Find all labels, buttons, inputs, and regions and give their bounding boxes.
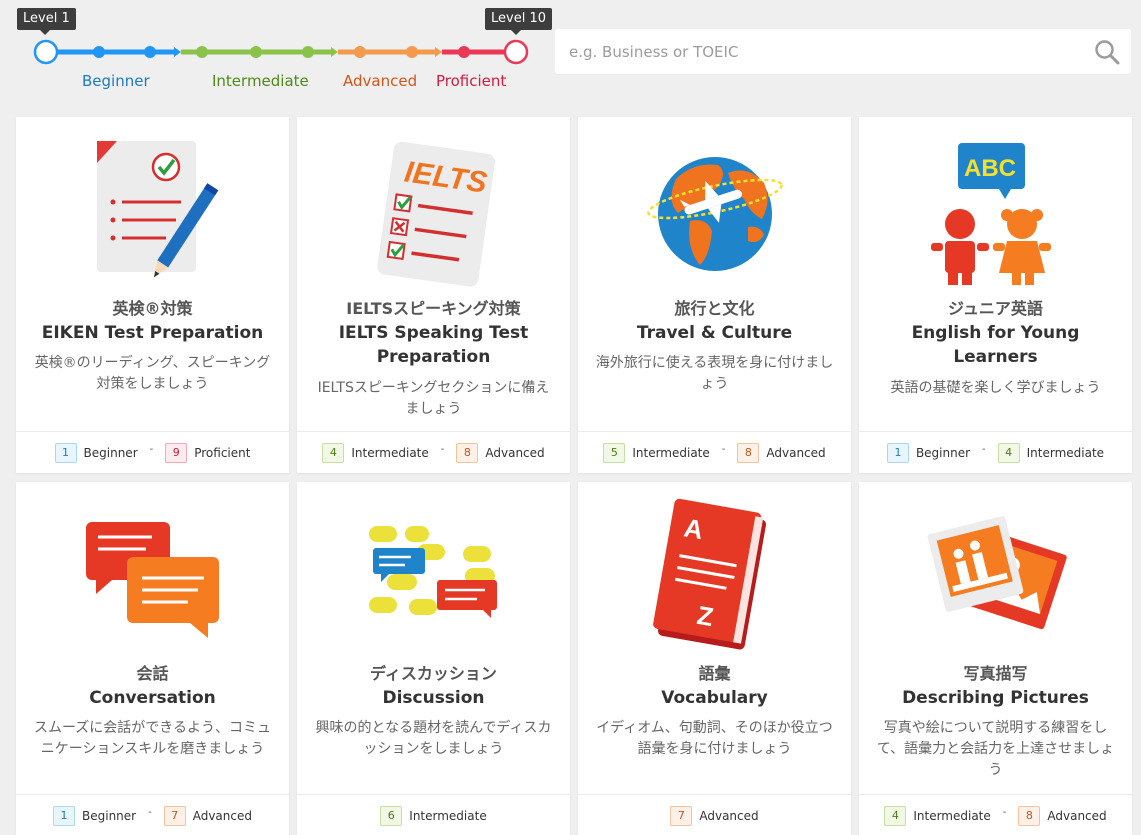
level-filter-bar: Level 1 Level 10 Beginner Intermediate A… — [0, 0, 1141, 100]
course-description: スムーズに会話ができるよう、コミュニケーションスキルを磨きましょう — [33, 720, 272, 757]
level-range: 1 Beginner - 7 Advanced — [16, 794, 289, 835]
level-range: 4 Intermediate - 8 Advanced — [297, 431, 570, 473]
level-dot — [458, 46, 470, 58]
course-title-en: Describing Pictures — [902, 688, 1089, 708]
course-description: 海外旅行に使える表現を身に付けましょう — [595, 355, 834, 392]
level-from-badge: 1 Beginner — [886, 442, 970, 463]
band-advanced[interactable]: Advanced — [343, 72, 417, 90]
range-separator: - — [148, 807, 152, 818]
level-max-tooltip: Level 10 — [485, 8, 552, 35]
level-from-badge: 5 Intermediate — [603, 442, 710, 463]
level-from-badge: 7 Advanced — [670, 805, 759, 826]
course-card-young-learners[interactable]: ABC ジュニア英語 English for Young Learners 英語… — [859, 117, 1132, 473]
level-from-badge: 1 Beginner — [54, 442, 138, 463]
level-to-badge: 8 Advanced — [456, 442, 545, 463]
dictionary-book-icon: A Z — [653, 498, 767, 650]
range-separator: - — [982, 444, 986, 455]
level-to-badge: 8 Advanced — [737, 442, 826, 463]
level-dot — [93, 46, 105, 58]
range-separator: - — [440, 444, 445, 455]
level-to-badge: 7 Advanced — [163, 805, 252, 826]
course-description: IELTSスピーキングセクションに備えましょう — [317, 380, 550, 417]
abc-illus-text: ABC — [964, 155, 1016, 182]
range-separator: - — [1002, 807, 1007, 818]
course-card-describing-pictures[interactable]: 写真描写 Describing Pictures 写真や絵について説明する練習を… — [859, 482, 1132, 835]
course-title-en: Travel & Culture — [636, 323, 793, 343]
speech-bubbles-icon — [86, 522, 219, 638]
level-dot — [406, 46, 418, 58]
course-description: 写真や絵について説明する練習をして、語彙力と会話力を上達させましょう — [876, 720, 1115, 778]
course-title-ja: 会話 — [136, 664, 169, 683]
ielts-checklist-icon: IELTS — [377, 141, 495, 287]
course-title-ja: IELTSスピーキング対策 — [346, 299, 521, 318]
level-range: 6 Intermediate — [297, 794, 570, 835]
level-min-handle — [33, 39, 59, 65]
globe-airplane-icon — [647, 157, 783, 271]
course-card-discussion[interactable]: ディスカッション Discussion 興味の的となる題材を読んでディスカッショ… — [297, 482, 570, 835]
range-separator: - — [721, 444, 726, 455]
course-card-vocabulary[interactable]: A Z 語彙 Vocabulary イディオム、句動詞、そのほか役立つ語彙を身に… — [578, 482, 851, 835]
course-title-en: Discussion — [382, 688, 485, 708]
course-title-ja: ジュニア英語 — [948, 299, 1043, 318]
level-max-handle — [503, 39, 529, 65]
course-card-ielts[interactable]: IELTS IELTSスピーキング対策 IELTS Speaking Test … — [297, 117, 570, 473]
level-to-badge: 8 Advanced — [1018, 805, 1107, 826]
course-description: イディオム、句動詞、そのほか役立つ語彙を身に付けましょう — [596, 720, 833, 757]
course-card-eiken[interactable]: 英検®対策 EIKEN Test Preparation 英検®のリーディング、… — [16, 117, 289, 473]
band-intermediate[interactable]: Intermediate — [212, 72, 309, 90]
course-card-conversation[interactable]: 会話 Conversation スムーズに会話ができるよう、コミュニケーションス… — [16, 482, 289, 835]
eiken-document-icon — [97, 141, 219, 278]
level-range: 7 Advanced — [578, 794, 851, 835]
course-description: 英語の基礎を楽しく学びましょう — [890, 380, 1101, 396]
level-to-badge: 9 Proficient — [165, 442, 250, 463]
course-title-ja: 写真描写 — [963, 664, 1028, 683]
course-title-en: IELTS Speaking Test Preparation — [338, 323, 529, 367]
course-title-ja: ディスカッション — [370, 664, 497, 683]
level-from-badge: 4 Intermediate — [322, 442, 429, 463]
level-range: 1 Beginner - 4 Intermediate — [859, 431, 1132, 473]
level-from-badge: 6 Intermediate — [380, 805, 487, 826]
level-to-badge: 4 Intermediate — [997, 442, 1104, 463]
course-description: 興味の的となる題材を読んでディスカッションをしましょう — [315, 720, 552, 757]
course-title-en: EIKEN Test Preparation — [41, 323, 264, 343]
level-range: 5 Intermediate - 8 Advanced — [578, 431, 851, 473]
course-title-ja: 語彙 — [698, 664, 731, 683]
level-dot — [144, 46, 156, 58]
search-icon[interactable] — [1094, 39, 1120, 65]
level-dot — [196, 46, 208, 58]
search-input[interactable] — [569, 29, 1079, 74]
course-title-en: Vocabulary — [661, 688, 768, 708]
level-min-tooltip: Level 1 — [17, 8, 76, 35]
level-dot — [302, 46, 314, 58]
course-card-travel[interactable]: 旅行と文化 Travel & Culture 海外旅行に使える表現を身に付けまし… — [578, 117, 851, 473]
photos-icon — [927, 516, 1067, 630]
discussion-bubbles-icon — [369, 526, 497, 618]
level-dot — [354, 46, 366, 58]
level-dot — [250, 46, 262, 58]
course-title-en: Conversation — [89, 688, 216, 708]
course-title-en: English for Young Learners — [911, 323, 1080, 367]
course-description: 英検®のリーディング、スピーキング対策をしましょう — [34, 355, 271, 392]
range-separator: - — [149, 444, 154, 455]
band-proficient[interactable]: Proficient — [436, 72, 506, 90]
course-title-ja: 旅行と文化 — [674, 299, 755, 318]
children-abc-icon: ABC — [931, 143, 1051, 285]
course-title-ja: 英検®対策 — [112, 299, 193, 318]
search-box — [555, 29, 1131, 74]
level-from-badge: 1 Beginner — [53, 805, 136, 826]
level-range: 4 Intermediate - 8 Advanced — [859, 794, 1132, 835]
level-range: 1 Beginner - 9 Proficient — [16, 431, 289, 473]
band-beginner[interactable]: Beginner — [82, 72, 150, 90]
level-from-badge: 4 Intermediate — [884, 805, 991, 826]
